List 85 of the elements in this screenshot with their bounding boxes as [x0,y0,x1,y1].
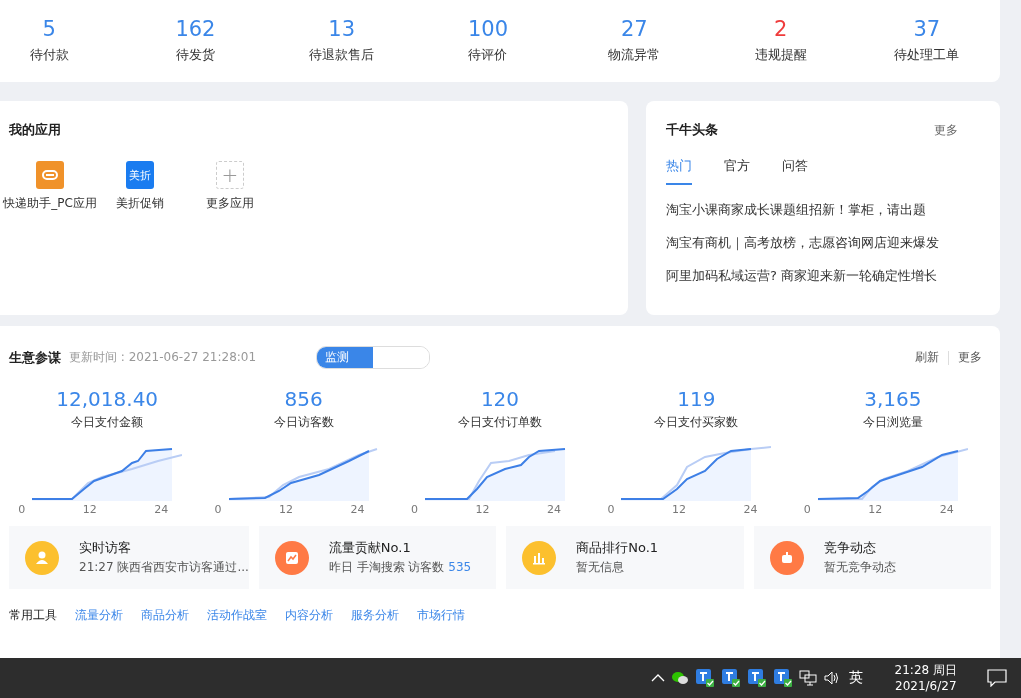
update-time: 更新时间 : 2021-06-27 21:28:01 [69,349,257,366]
stat-label: 待付款 [29,45,69,64]
tool-link[interactable]: 流量分析 [75,607,123,624]
metric-label: 今日支付金额 [71,414,144,431]
app-icon [36,161,64,189]
app-label[interactable]: 美折促销 [116,195,164,212]
card-title: 我的应用 [9,121,62,139]
news-tab[interactable]: 问答 [782,157,808,185]
insight-tile[interactable]: 商品排行No.1 暂无信息 [506,526,744,589]
tile-text: 暂无信息 [576,559,626,576]
app-tray-icon[interactable] [772,666,793,690]
tools-label: 常用工具 [9,607,57,624]
stat-label: 待发货 [175,45,215,64]
metric-label: 今日访客数 [273,414,334,431]
card-title: 生意参谋 [9,348,61,367]
metric-value: 120 [480,387,520,411]
news-link[interactable]: 淘宝有商机｜高考放榜，志愿咨询网店迎来爆发 [666,234,980,252]
mode-tab[interactable]: 监测 [317,347,374,368]
stat-label: 待评价 [468,45,508,64]
app-tray-icon[interactable] [694,666,715,690]
tile-text: 暂无竞争动态 [823,559,896,576]
axis-label: 24 [939,503,954,516]
news-link[interactable]: 阿里加码私域运营? 商家迎来新一轮确定性增长 [666,267,980,285]
tool-link[interactable]: 服务分析 [351,607,399,624]
app-tray-icon[interactable] [746,666,767,690]
stat-label: 违规提醒 [754,45,807,64]
axis-label: 24 [154,503,169,516]
tile-text: 21:27 陕西省西安市访客通过... [79,559,249,576]
stat-value[interactable]: 100 [467,18,509,42]
news-tab[interactable]: 热门 [666,157,692,185]
tile-title: 流量贡献No.1 [328,539,412,557]
axis-label: 12 [868,503,883,516]
stat-value[interactable]: 5 [42,18,56,42]
metric-label: 今日支付订单数 [458,414,542,431]
metric-value: 3,165 [864,387,922,411]
taskbar-clock[interactable]: 21:28 周日 2021/6/27 [894,661,957,695]
input-method-indicator[interactable]: 英 [848,666,863,690]
stat-label: 待处理工单 [894,45,960,64]
tool-link[interactable]: 商品分析 [141,607,189,624]
insight-tile[interactable]: 流量贡献No.1 昨日 手淘搜索 访客数 535 [258,526,497,589]
tool-link[interactable]: 市场行情 [417,607,465,624]
axis-label: 0 [607,503,615,516]
axis-label: 0 [411,503,418,516]
axis-label: 0 [803,503,811,516]
axis-label: 0 [18,503,26,516]
metric-label: 今日浏览量 [862,414,923,431]
refresh-link[interactable]: 刷新 [906,349,948,366]
stat-value[interactable]: 37 [913,18,941,42]
app-label[interactable]: 快递助手_PC应用 [3,195,97,212]
tile-text: 昨日 手淘搜索 访客数 535 [328,559,472,576]
axis-label: 12 [671,503,686,516]
stat-value[interactable]: 13 [328,18,356,42]
axis-label: 12 [475,503,490,516]
add-icon: + [216,161,244,189]
metric-label: 今日支付买家数 [654,414,739,431]
news-link[interactable]: 淘宝小课商家成长课题组招新！掌柜，请出题 [666,201,980,219]
stat-label: 物流异常 [608,45,661,64]
insight-tile[interactable]: 实时访客 21:27 陕西省西安市访客通过... [9,526,249,589]
tile-title: 竞争动态 [823,539,877,557]
stat-value[interactable]: 27 [620,18,648,42]
more-link[interactable]: 更多 [949,349,991,366]
tool-link[interactable]: 内容分析 [285,607,333,624]
axis-label: 24 [743,503,758,516]
axis-label: 0 [214,503,222,516]
insight-tile[interactable]: 竞争动态 暂无竞争动态 [753,526,991,589]
tool-link[interactable]: 活动作战室 [207,607,267,624]
app-tray-icon[interactable] [720,666,741,690]
axis-label: 12 [82,503,97,516]
card-title: 千牛头条 [666,121,718,139]
app-label[interactable]: 更多应用 [206,195,254,212]
stat-value[interactable]: 162 [175,18,216,42]
news-tab[interactable]: 官方 [724,157,750,185]
app-icon: 美折 [126,161,154,189]
axis-label: 24 [350,503,365,516]
metric-value: 12,018.40 [56,387,159,411]
metric-value: 856 [284,387,323,411]
notification-icon[interactable] [987,666,1007,690]
tile-title: 商品排行No.1 [576,539,659,557]
metric-value: 119 [677,387,716,411]
stat-value[interactable]: 2 [773,18,788,42]
axis-label: 12 [279,503,294,516]
more-link[interactable]: 更多 [934,121,980,139]
axis-label: 24 [547,503,561,516]
tile-title: 实时访客 [79,539,132,557]
stat-label: 待退款售后 [309,45,375,64]
